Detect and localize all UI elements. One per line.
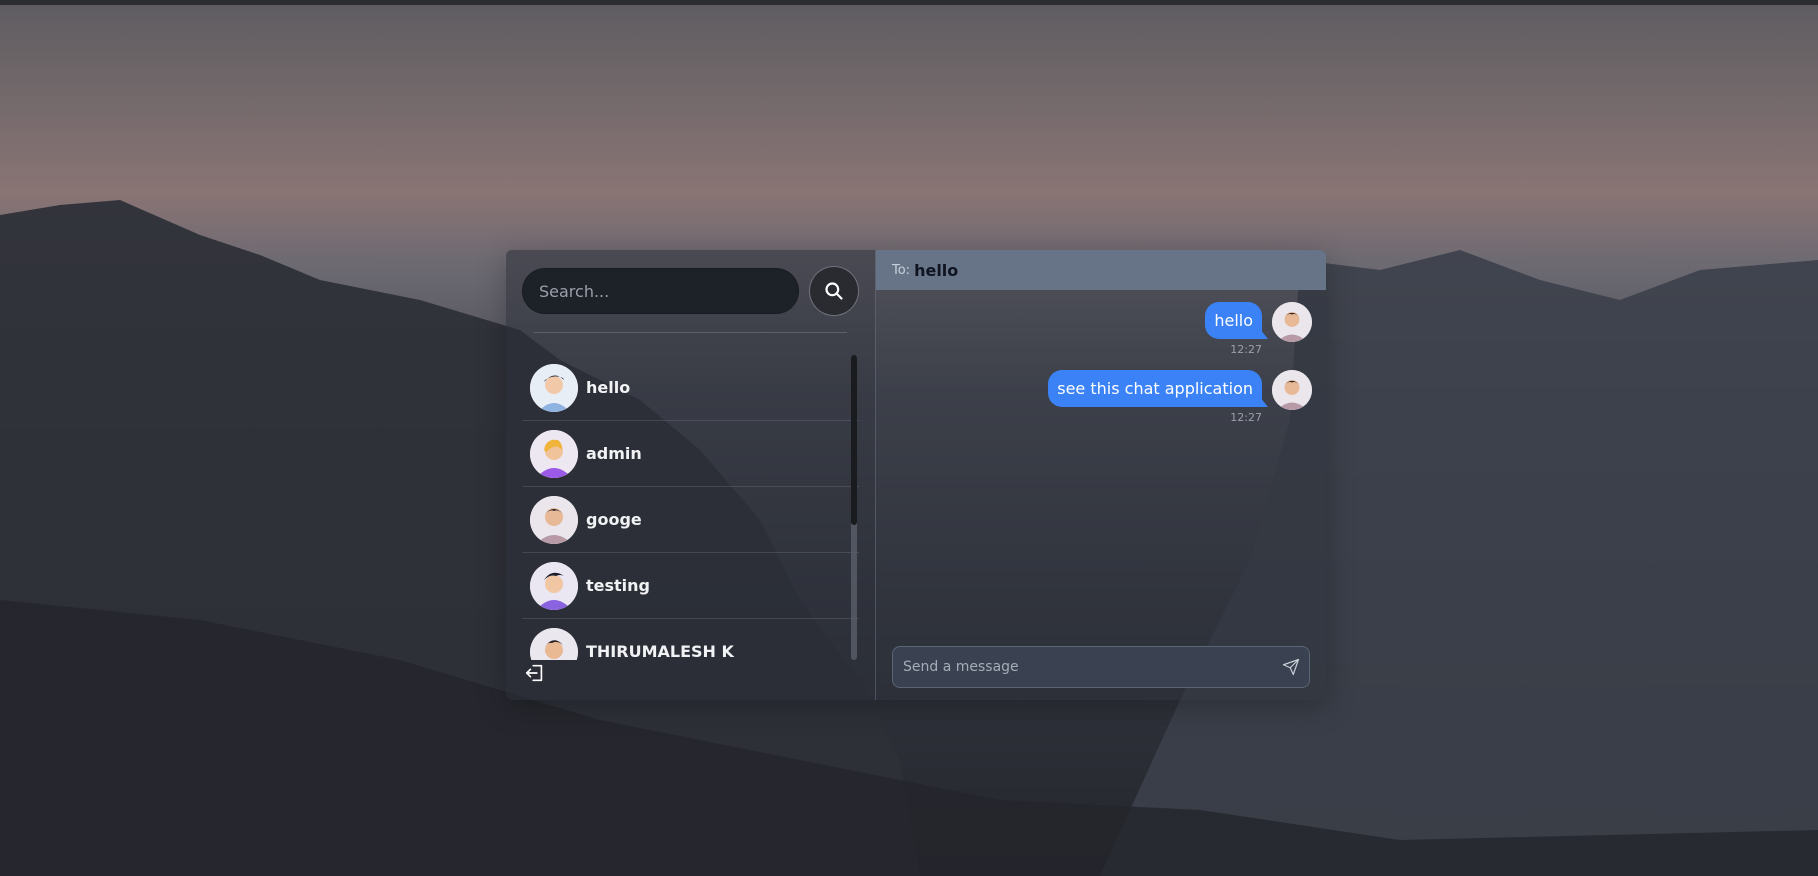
chat-panel: To: hello hello 12:27 see this chat appl… (876, 250, 1326, 700)
sidebar-divider (534, 332, 847, 333)
message-bubble: hello (1205, 302, 1268, 339)
contact-avatar (530, 627, 578, 660)
contact-name: googe (586, 510, 642, 529)
contact-avatar (530, 429, 578, 478)
chat-app-window: hello admin (506, 250, 1326, 700)
logout-button[interactable] (524, 662, 548, 686)
contact-item-thirumalesh[interactable]: THIRUMALESH K (522, 619, 859, 660)
chat-header: To: hello (876, 250, 1326, 290)
logout-icon (525, 664, 543, 682)
contact-list: hello admin googe testing THIRUMALESH K (522, 355, 859, 660)
sidebar: hello admin (506, 250, 876, 700)
contact-name: testing (586, 576, 650, 595)
message-time: 12:27 (1230, 411, 1262, 424)
send-button[interactable] (1273, 649, 1309, 685)
message-time: 12:27 (1230, 343, 1262, 356)
contact-item-googe[interactable]: googe (522, 487, 859, 553)
contact-name: THIRUMALESH K (586, 642, 734, 660)
scrollbar-thumb[interactable] (851, 355, 857, 525)
contact-name: hello (586, 378, 631, 397)
contact-item-hello[interactable]: hello (522, 355, 859, 421)
message-avatar (1272, 370, 1312, 410)
search-button[interactable] (809, 266, 859, 316)
recipient-name: hello (914, 260, 959, 280)
contact-item-admin[interactable]: admin (522, 421, 859, 487)
message-item: hello 12:27 (1205, 302, 1312, 356)
message-bubble-wrap: hello 12:27 (1205, 302, 1268, 356)
message-bubble-wrap: see this chat application 12:27 (1048, 370, 1268, 424)
message-composer (892, 646, 1310, 688)
search-row (522, 266, 859, 316)
send-icon (1282, 658, 1300, 676)
message-bubble: see this chat application (1048, 370, 1268, 407)
contact-avatar (530, 561, 578, 610)
contact-list-scrollbar[interactable] (851, 355, 857, 660)
contact-avatar (530, 363, 578, 412)
message-avatar (1272, 302, 1312, 342)
to-label: To: (892, 262, 911, 278)
message-item: see this chat application 12:27 (1048, 370, 1312, 424)
contact-avatar (530, 495, 578, 544)
search-icon (825, 282, 843, 300)
contact-item-testing[interactable]: testing (522, 553, 859, 619)
message-input[interactable] (893, 659, 1273, 675)
search-input[interactable] (522, 268, 800, 314)
contact-name: admin (586, 444, 642, 463)
